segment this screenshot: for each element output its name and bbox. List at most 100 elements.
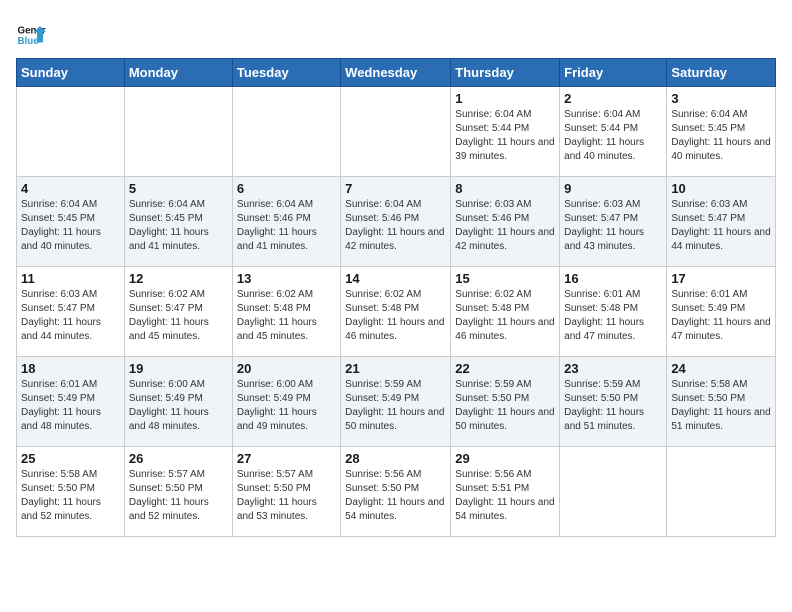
cell-w4-d2: 20 Sunrise: 6:00 AMSunset: 5:49 PMDayligh… [232,357,340,447]
day-info: Sunrise: 6:03 AMSunset: 5:46 PMDaylight:… [455,198,555,254]
day-number: 7 [345,181,446,196]
header-saturday: Saturday [667,59,776,87]
week-row-1: 1 Sunrise: 6:04 AMSunset: 5:44 PMDaylight… [17,87,776,177]
day-number: 6 [237,181,336,196]
day-info: Sunrise: 6:01 AMSunset: 5:48 PMDaylight:… [564,288,662,344]
day-info: Sunrise: 6:02 AMSunset: 5:48 PMDaylight:… [237,288,336,344]
cell-w2-d6: 10 Sunrise: 6:03 AMSunset: 5:47 PMDayligh… [667,177,776,267]
header-sunday: Sunday [17,59,125,87]
day-info: Sunrise: 6:03 AMSunset: 5:47 PMDaylight:… [564,198,662,254]
cell-w3-d4: 15 Sunrise: 6:02 AMSunset: 5:48 PMDayligh… [451,267,560,357]
cell-w4-d5: 23 Sunrise: 5:59 AMSunset: 5:50 PMDayligh… [560,357,667,447]
cell-w5-d3: 28 Sunrise: 5:56 AMSunset: 5:50 PMDayligh… [341,447,451,537]
cell-w3-d3: 14 Sunrise: 6:02 AMSunset: 5:48 PMDayligh… [341,267,451,357]
cell-w2-d3: 7 Sunrise: 6:04 AMSunset: 5:46 PMDaylight… [341,177,451,267]
day-number: 5 [129,181,228,196]
day-number: 27 [237,451,336,466]
header-friday: Friday [560,59,667,87]
cell-w3-d0: 11 Sunrise: 6:03 AMSunset: 5:47 PMDayligh… [17,267,125,357]
svg-text:Blue: Blue [18,36,40,47]
cell-w1-d1 [124,87,232,177]
cell-w3-d6: 17 Sunrise: 6:01 AMSunset: 5:49 PMDayligh… [667,267,776,357]
cell-w2-d2: 6Sunrise: 6:04 AMSunset: 5:46 PMDaylight… [232,177,340,267]
day-number: 28 [345,451,446,466]
header-wednesday: Wednesday [341,59,451,87]
cell-w2-d5: 9 Sunrise: 6:03 AMSunset: 5:47 PMDaylight… [560,177,667,267]
cell-w1-d6: 3Sunrise: 6:04 AMSunset: 5:45 PMDaylight… [667,87,776,177]
day-info: Sunrise: 6:04 AMSunset: 5:44 PMDaylight:… [564,108,662,164]
cell-w5-d6 [667,447,776,537]
header: General Blue [16,16,776,50]
day-number: 15 [455,271,555,286]
day-number: 13 [237,271,336,286]
cell-w1-d4: 1 Sunrise: 6:04 AMSunset: 5:44 PMDaylight… [451,87,560,177]
day-info: Sunrise: 6:00 AMSunset: 5:49 PMDaylight:… [129,378,228,434]
logo: General Blue [16,20,48,50]
day-number: 1 [455,91,555,106]
day-number: 29 [455,451,555,466]
day-number: 25 [21,451,120,466]
day-number: 10 [671,181,771,196]
day-number: 8 [455,181,555,196]
day-info: Sunrise: 5:59 AMSunset: 5:50 PMDaylight:… [564,378,662,434]
day-number: 26 [129,451,228,466]
day-number: 18 [21,361,120,376]
cell-w5-d0: 25 Sunrise: 5:58 AMSunset: 5:50 PMDayligh… [17,447,125,537]
header-thursday: Thursday [451,59,560,87]
day-info: Sunrise: 5:57 AMSunset: 5:50 PMDaylight:… [129,468,228,524]
day-info: Sunrise: 6:03 AMSunset: 5:47 PMDaylight:… [21,288,120,344]
cell-w1-d0 [17,87,125,177]
day-number: 17 [671,271,771,286]
day-info: Sunrise: 6:02 AMSunset: 5:48 PMDaylight:… [455,288,555,344]
day-info: Sunrise: 5:57 AMSunset: 5:50 PMDaylight:… [237,468,336,524]
cell-w4-d1: 19 Sunrise: 6:00 AMSunset: 5:49 PMDayligh… [124,357,232,447]
day-number: 2 [564,91,662,106]
cell-w3-d1: 12 Sunrise: 6:02 AMSunset: 5:47 PMDayligh… [124,267,232,357]
day-info: Sunrise: 5:56 AMSunset: 5:50 PMDaylight:… [345,468,446,524]
day-number: 12 [129,271,228,286]
cell-w2-d1: 5Sunrise: 6:04 AMSunset: 5:45 PMDaylight… [124,177,232,267]
day-number: 16 [564,271,662,286]
cell-w5-d4: 29 Sunrise: 5:56 AMSunset: 5:51 PMDayligh… [451,447,560,537]
cell-w5-d1: 26 Sunrise: 5:57 AMSunset: 5:50 PMDayligh… [124,447,232,537]
day-info: Sunrise: 5:59 AMSunset: 5:49 PMDaylight:… [345,378,446,434]
day-info: Sunrise: 6:04 AMSunset: 5:46 PMDaylight:… [345,198,446,254]
day-info: Sunrise: 6:02 AMSunset: 5:48 PMDaylight:… [345,288,446,344]
day-info: Sunrise: 5:58 AMSunset: 5:50 PMDaylight:… [21,468,120,524]
header-tuesday: Tuesday [232,59,340,87]
day-info: Sunrise: 6:03 AMSunset: 5:47 PMDaylight:… [671,198,771,254]
day-info: Sunrise: 6:01 AMSunset: 5:49 PMDaylight:… [21,378,120,434]
cell-w1-d2 [232,87,340,177]
day-info: Sunrise: 5:56 AMSunset: 5:51 PMDaylight:… [455,468,555,524]
cell-w2-d0: 4 Sunrise: 6:04 AMSunset: 5:45 PMDaylight… [17,177,125,267]
day-number: 14 [345,271,446,286]
weekday-header-row: SundayMondayTuesdayWednesdayThursdayFrid… [17,59,776,87]
day-info: Sunrise: 5:59 AMSunset: 5:50 PMDaylight:… [455,378,555,434]
day-info: Sunrise: 6:02 AMSunset: 5:47 PMDaylight:… [129,288,228,344]
week-row-3: 11 Sunrise: 6:03 AMSunset: 5:47 PMDayligh… [17,267,776,357]
day-info: Sunrise: 6:04 AMSunset: 5:45 PMDaylight:… [21,198,120,254]
day-number: 23 [564,361,662,376]
day-number: 19 [129,361,228,376]
day-number: 21 [345,361,446,376]
day-number: 9 [564,181,662,196]
cell-w3-d5: 16 Sunrise: 6:01 AMSunset: 5:48 PMDayligh… [560,267,667,357]
cell-w1-d3 [341,87,451,177]
day-number: 3 [671,91,771,106]
day-info: Sunrise: 6:01 AMSunset: 5:49 PMDaylight:… [671,288,771,344]
week-row-2: 4 Sunrise: 6:04 AMSunset: 5:45 PMDaylight… [17,177,776,267]
day-info: Sunrise: 6:00 AMSunset: 5:49 PMDaylight:… [237,378,336,434]
day-number: 20 [237,361,336,376]
day-number: 4 [21,181,120,196]
day-number: 22 [455,361,555,376]
cell-w2-d4: 8 Sunrise: 6:03 AMSunset: 5:46 PMDaylight… [451,177,560,267]
cell-w4-d3: 21 Sunrise: 5:59 AMSunset: 5:49 PMDayligh… [341,357,451,447]
day-info: Sunrise: 6:04 AMSunset: 5:44 PMDaylight:… [455,108,555,164]
cell-w4-d6: 24Sunrise: 5:58 AMSunset: 5:50 PMDayligh… [667,357,776,447]
cell-w3-d2: 13 Sunrise: 6:02 AMSunset: 5:48 PMDayligh… [232,267,340,357]
week-row-4: 18 Sunrise: 6:01 AMSunset: 5:49 PMDayligh… [17,357,776,447]
day-number: 24 [671,361,771,376]
cell-w5-d2: 27 Sunrise: 5:57 AMSunset: 5:50 PMDayligh… [232,447,340,537]
cell-w4-d4: 22 Sunrise: 5:59 AMSunset: 5:50 PMDayligh… [451,357,560,447]
day-number: 11 [21,271,120,286]
